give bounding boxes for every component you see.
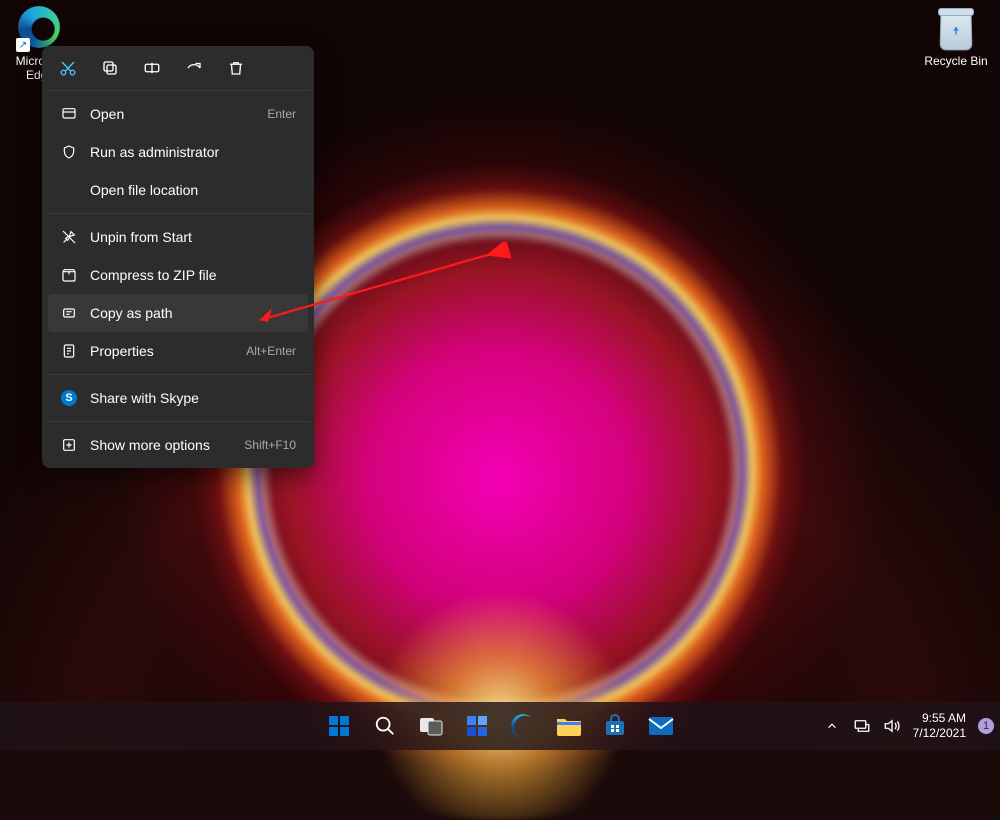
properties-icon xyxy=(60,342,78,360)
unpin-icon xyxy=(60,228,78,246)
context-menu: Open Enter Run as administrator • Open f… xyxy=(42,46,314,468)
menu-item-label: Share with Skype xyxy=(90,390,296,406)
menu-item-label: Compress to ZIP file xyxy=(90,267,296,283)
recycle-bin-icon xyxy=(936,6,976,52)
copy-path-icon xyxy=(60,304,78,322)
menu-item-shortcut: Alt+Enter xyxy=(246,344,296,358)
shortcut-arrow-icon: ↗ xyxy=(16,38,30,52)
menu-item-label: Open xyxy=(90,106,267,122)
context-menu-separator xyxy=(46,90,310,91)
menu-item-unpin-from-start[interactable]: Unpin from Start xyxy=(48,218,308,256)
volume-icon[interactable] xyxy=(883,717,901,735)
menu-item-open-file-location[interactable]: • Open file location xyxy=(48,171,308,209)
taskbar-app-edge[interactable] xyxy=(503,706,543,746)
menu-item-label: Run as administrator xyxy=(90,144,296,160)
rename-icon[interactable] xyxy=(142,58,162,78)
skype-icon: S xyxy=(60,389,78,407)
share-icon[interactable] xyxy=(184,58,204,78)
taskbar-app-explorer[interactable] xyxy=(549,706,589,746)
desktop-icon-label: Recycle Bin xyxy=(918,54,994,68)
cut-icon[interactable] xyxy=(58,58,78,78)
task-view-button[interactable] xyxy=(411,706,451,746)
tray-date: 7/12/2021 xyxy=(913,726,966,741)
copy-icon[interactable] xyxy=(100,58,120,78)
taskbar-app-store[interactable] xyxy=(595,706,635,746)
notification-count: 1 xyxy=(983,720,989,732)
menu-item-label: Properties xyxy=(90,343,246,359)
system-tray: 9:55 AM 7/12/2021 1 xyxy=(823,702,994,750)
menu-item-label: Show more options xyxy=(90,437,244,453)
menu-item-copy-as-path[interactable]: Copy as path xyxy=(48,294,308,332)
zip-icon xyxy=(60,266,78,284)
desktop-icon-recycle-bin[interactable]: Recycle Bin xyxy=(918,6,994,68)
menu-item-run-as-admin[interactable]: Run as administrator xyxy=(48,133,308,171)
menu-item-properties[interactable]: Properties Alt+Enter xyxy=(48,332,308,370)
edge-icon: ↗ xyxy=(18,6,62,50)
menu-item-share-skype[interactable]: S Share with Skype xyxy=(48,379,308,417)
menu-item-open[interactable]: Open Enter xyxy=(48,95,308,133)
start-button[interactable] xyxy=(319,706,359,746)
tray-clock[interactable]: 9:55 AM 7/12/2021 xyxy=(913,711,966,741)
notification-center-button[interactable]: 1 xyxy=(978,718,994,734)
tray-time: 9:55 AM xyxy=(913,711,966,726)
widgets-button[interactable] xyxy=(457,706,497,746)
menu-item-shortcut: Shift+F10 xyxy=(244,438,296,452)
search-button[interactable] xyxy=(365,706,405,746)
taskbar-app-mail[interactable] xyxy=(641,706,681,746)
context-menu-separator xyxy=(46,213,310,214)
more-options-icon xyxy=(60,436,78,454)
menu-item-compress-zip[interactable]: Compress to ZIP file xyxy=(48,256,308,294)
shield-icon xyxy=(60,143,78,161)
menu-item-label: Open file location xyxy=(90,182,296,198)
menu-item-label: Unpin from Start xyxy=(90,229,296,245)
taskbar: 9:55 AM 7/12/2021 1 xyxy=(0,702,1000,750)
network-icon[interactable] xyxy=(853,717,871,735)
tray-overflow-button[interactable] xyxy=(823,717,841,735)
menu-item-label: Copy as path xyxy=(90,305,296,321)
context-menu-toolbar xyxy=(46,52,310,88)
menu-item-shortcut: Enter xyxy=(267,107,296,121)
taskbar-pinned-apps xyxy=(319,706,681,746)
open-icon xyxy=(60,105,78,123)
menu-item-show-more-options[interactable]: Show more options Shift+F10 xyxy=(48,426,308,464)
context-menu-separator xyxy=(46,374,310,375)
context-menu-separator xyxy=(46,421,310,422)
delete-icon[interactable] xyxy=(226,58,246,78)
